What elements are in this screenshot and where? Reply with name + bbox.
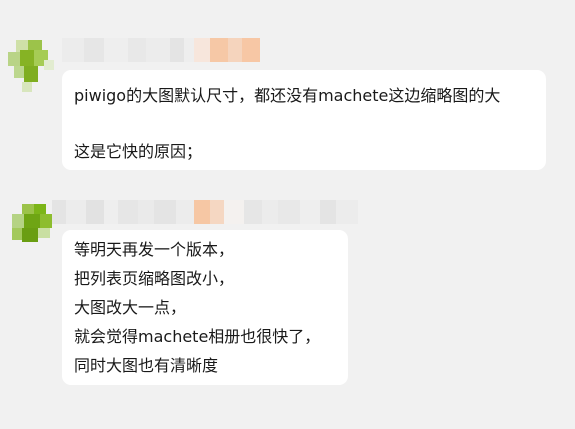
sender-name-pixelated	[52, 200, 370, 224]
sender-name-pixelated	[60, 38, 370, 62]
message-text-line	[74, 110, 534, 138]
message-text-line: piwigo的大图默认尺寸，都还没有machete这边缩略图的大	[74, 86, 501, 105]
avatar[interactable]	[8, 198, 56, 258]
message-bubble[interactable]: piwigo的大图默认尺寸，都还没有machete这边缩略图的大 这是它快的原因…	[62, 70, 546, 170]
message-bubble[interactable]: 等明天再发一个版本， 把列表页缩略图改小， 大图改大一点， 就会觉得machet…	[62, 230, 348, 385]
message-text-line: 大图改大一点，	[74, 298, 187, 317]
message-text-line: 同时大图也有清晰度	[74, 356, 219, 375]
message-text-line: 这是它快的原因；	[74, 142, 203, 161]
message-text-line: 把列表页缩略图改小，	[74, 269, 235, 288]
message-text-line: 等明天再发一个版本，	[74, 240, 235, 259]
message-text-line: 就会觉得machete相册也很快了，	[74, 327, 321, 346]
avatar[interactable]	[8, 36, 56, 96]
